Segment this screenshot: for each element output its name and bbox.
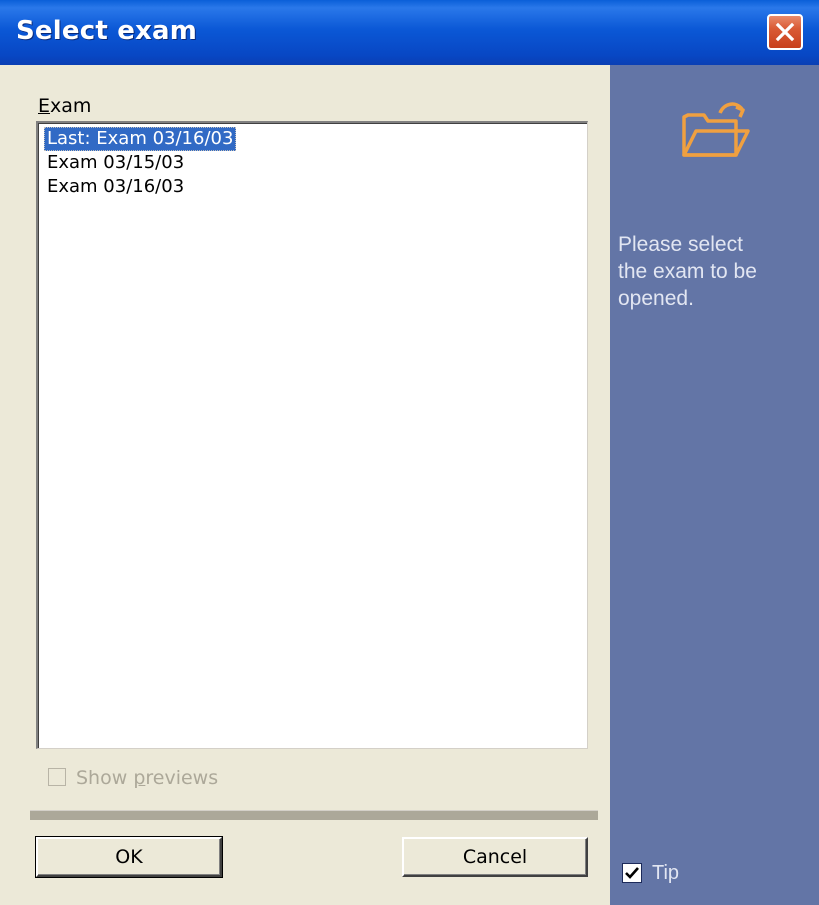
close-button[interactable] (767, 14, 803, 50)
tip-message: Please select the exam to be opened. (618, 233, 757, 310)
exam-label-accelerator: E (38, 95, 51, 117)
exam-list-label: Exam (38, 95, 91, 117)
show-previews-label-post: reviews (145, 767, 219, 789)
window-title: Select exam (16, 16, 198, 46)
exam-listbox[interactable]: Last: Exam 03/16/03 Exam 03/15/03 Exam 0… (36, 121, 588, 749)
show-previews-label: Show previews (76, 766, 218, 790)
exam-label-rest: xam (50, 95, 92, 117)
select-exam-dialog: Select exam Exam Last: Exam 03/16/03 Exa… (0, 0, 819, 905)
exam-selection-pane: Exam Last: Exam 03/16/03 Exam 03/15/03 E… (0, 65, 598, 905)
open-folder-icon (682, 102, 750, 157)
title-bar[interactable]: Select exam (0, 0, 819, 65)
cancel-button[interactable]: Cancel (402, 837, 588, 877)
tip-checkbox[interactable] (622, 863, 642, 883)
list-item-exam-03-16-03[interactable]: Exam 03/16/03 (44, 175, 187, 199)
close-icon (775, 22, 795, 42)
show-previews-label-accelerator: p (133, 767, 146, 789)
tip-label: Tip (652, 862, 680, 884)
list-item-last-exam[interactable]: Last: Exam 03/16/03 (44, 127, 237, 151)
tip-panel: Please select the exam to be opened. Tip (610, 65, 819, 905)
ok-button[interactable]: OK (35, 836, 223, 878)
divider (30, 810, 598, 820)
checkmark-icon (625, 867, 639, 879)
show-previews-checkbox[interactable] (48, 768, 66, 786)
show-previews-label-pre: Show (76, 767, 134, 789)
list-item-exam-03-15-03[interactable]: Exam 03/15/03 (44, 151, 187, 175)
